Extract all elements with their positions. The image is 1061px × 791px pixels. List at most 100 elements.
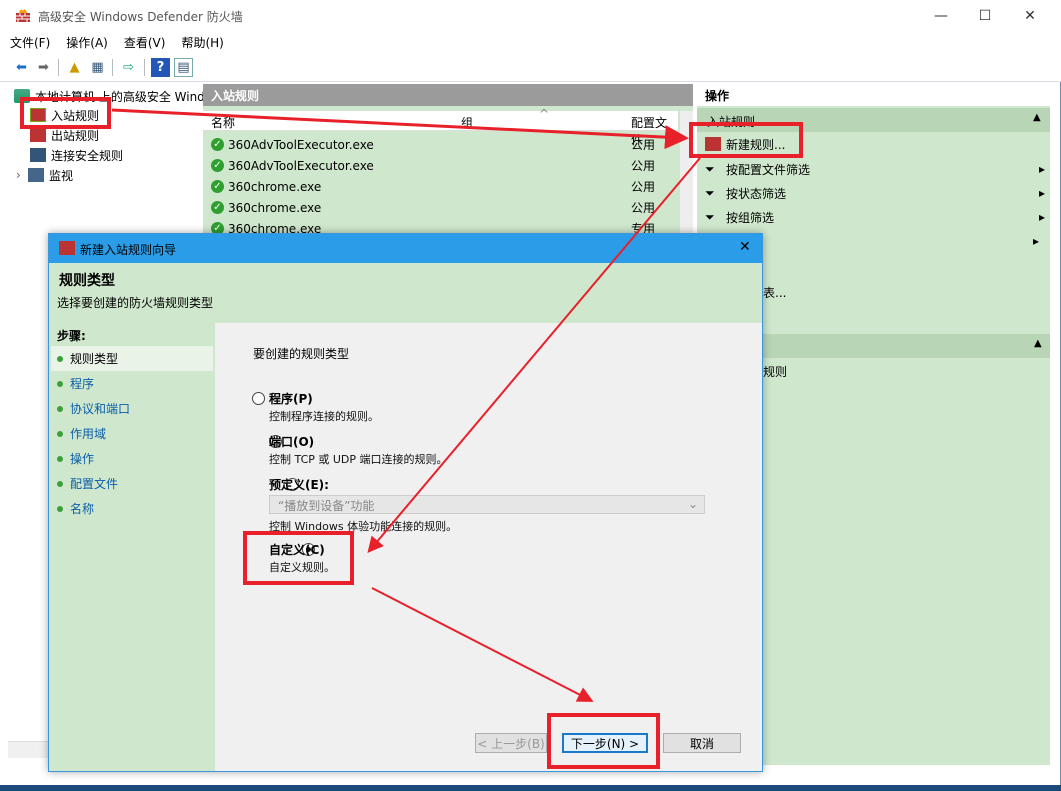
dialog-close-button[interactable]: ✕ bbox=[739, 239, 751, 255]
action-partial-rule[interactable]: 规则 bbox=[763, 363, 787, 380]
column-group[interactable]: 组 bbox=[461, 114, 473, 131]
rule-name: 360chrome.exe bbox=[228, 179, 322, 194]
step-protocol-ports: 协议和端口 bbox=[57, 396, 130, 421]
menu-help[interactable]: 帮助(H) bbox=[175, 34, 229, 51]
monitor-icon bbox=[28, 168, 44, 182]
step-name: 名称 bbox=[57, 496, 94, 521]
action-label: 按配置文件筛选 bbox=[726, 162, 811, 177]
table-row[interactable]: ✓ 360AdvToolExecutor.exe 公用 bbox=[203, 134, 673, 155]
firewall-icon bbox=[16, 9, 30, 22]
tree-item-connection-security[interactable]: 连接安全规则 bbox=[30, 145, 123, 165]
actions-second-section[interactable]: ▲ bbox=[763, 334, 1050, 358]
table-row[interactable]: ✓ 360chrome.exe 公用 bbox=[203, 197, 673, 218]
chevron-right-icon[interactable]: ▸ bbox=[1033, 234, 1039, 248]
option-program-label[interactable]: 程序(P) bbox=[269, 390, 313, 407]
filter-icon: ⏷ bbox=[705, 161, 715, 176]
dialog-title: 新建入站规则向导 bbox=[80, 243, 177, 257]
chevron-right-icon[interactable]: › bbox=[16, 168, 28, 182]
action-filter-state[interactable]: ⏷ 按状态筛选 ▸ bbox=[705, 181, 1045, 205]
window-title: 高级安全 Windows Defender 防火墙 bbox=[38, 10, 243, 24]
cancel-button[interactable]: 取消 bbox=[663, 733, 741, 753]
menu-view[interactable]: 查看(V) bbox=[118, 34, 172, 51]
maximize-button[interactable]: ☐ bbox=[962, 0, 1008, 31]
title-bar: 高级安全 Windows Defender 防火墙 — ☐ ✕ bbox=[0, 0, 1061, 31]
step-label: 操作 bbox=[70, 452, 95, 466]
chevron-right-icon: ▸ bbox=[1038, 210, 1045, 224]
tree-item-label: 监视 bbox=[49, 168, 74, 183]
up-folder-icon[interactable]: ▲ bbox=[65, 58, 84, 77]
wizard-steps: 步骤: 规则类型 程序 协议和端口 作用域 操作 配置文件 名称 bbox=[49, 323, 215, 771]
predefined-select: “播放到设备”功能 ⌄ bbox=[269, 495, 705, 514]
action-filter-group[interactable]: ⏷ 按组筛选 ▸ bbox=[705, 205, 1045, 229]
step-profile: 配置文件 bbox=[57, 471, 118, 496]
action-filter-profile[interactable]: ⏷ 按配置文件筛选 ▸ bbox=[705, 157, 1045, 181]
rule-type-question: 要创建的规则类型 bbox=[253, 347, 350, 361]
step-label: 程序 bbox=[70, 377, 95, 391]
column-name[interactable]: 名称 bbox=[211, 114, 235, 131]
option-predefined-label[interactable]: 预定义(E): bbox=[269, 476, 329, 493]
new-inbound-rule-wizard: 新建入站规则向导 ✕ 规则类型 选择要创建的防火墙规则类型 步骤: 规则类型 程… bbox=[48, 233, 763, 772]
chevron-down-icon: ⌄ bbox=[687, 497, 698, 511]
export-icon[interactable]: ⇨ bbox=[119, 58, 138, 77]
collapse-up-icon[interactable]: ▲ bbox=[1033, 112, 1041, 123]
dialog-header: 规则类型 选择要创建的防火墙规则类型 bbox=[49, 263, 762, 323]
connection-security-icon bbox=[30, 148, 46, 162]
steps-label: 步骤: bbox=[57, 329, 86, 343]
tree-item-monitor[interactable]: › 监视 bbox=[16, 165, 73, 185]
close-button[interactable]: ✕ bbox=[1007, 0, 1053, 31]
outbound-rules-icon bbox=[30, 128, 46, 142]
highlight-new-rule bbox=[689, 122, 803, 158]
rule-profile: 公用 bbox=[631, 159, 656, 173]
step-scope: 作用域 bbox=[57, 421, 106, 446]
rule-name: 360AdvToolExecutor.exe bbox=[228, 158, 374, 173]
rule-profile: 公用 bbox=[631, 201, 656, 215]
option-port-label[interactable]: 端口(O) bbox=[269, 433, 314, 450]
rule-profile: 公用 bbox=[631, 180, 656, 194]
dialog-heading: 规则类型 bbox=[59, 273, 115, 289]
highlight-custom-option bbox=[243, 531, 354, 585]
step-program: 程序 bbox=[57, 371, 94, 396]
show-action-pane-icon[interactable]: ▤ bbox=[174, 58, 193, 77]
enabled-check-icon: ✓ bbox=[211, 201, 224, 214]
action-partial-list[interactable]: 表... bbox=[763, 284, 786, 301]
enabled-check-icon: ✓ bbox=[211, 138, 224, 151]
step-label: 配置文件 bbox=[70, 477, 119, 491]
back-icon[interactable]: ⬅ bbox=[12, 58, 31, 77]
filter-icon: ⏷ bbox=[705, 209, 715, 224]
predefined-select-value: “播放到设备”功能 bbox=[278, 499, 375, 513]
forward-icon[interactable]: ➡ bbox=[34, 58, 53, 77]
step-label: 协议和端口 bbox=[70, 402, 131, 416]
step-label: 名称 bbox=[70, 502, 95, 516]
help-icon[interactable]: ? bbox=[151, 58, 170, 77]
table-row[interactable]: ✓ 360chrome.exe 公用 bbox=[203, 176, 673, 197]
rules-pane-header: 入站规则 bbox=[203, 84, 693, 106]
step-label: 作用域 bbox=[70, 427, 107, 441]
highlight-next-button bbox=[547, 713, 660, 769]
menu-file[interactable]: 文件(F) bbox=[4, 34, 56, 51]
menu-action[interactable]: 操作(A) bbox=[60, 34, 114, 51]
show-tree-icon[interactable]: ▦ bbox=[88, 58, 107, 77]
menu-bar: 文件(F) 操作(A) 查看(V) 帮助(H) bbox=[0, 31, 1061, 53]
toolbar: ⬅ ➡ ▲ ▦ ⇨ ? ▤ bbox=[0, 53, 1061, 82]
rules-column-header: 名称 ^ 组 配置文件 bbox=[203, 107, 678, 147]
filter-icon: ⏷ bbox=[705, 185, 715, 200]
rule-name: 360chrome.exe bbox=[228, 200, 322, 215]
step-label: 规则类型 bbox=[70, 352, 119, 366]
minimize-button[interactable]: — bbox=[918, 0, 964, 31]
firewall-icon bbox=[59, 241, 75, 255]
enabled-check-icon: ✓ bbox=[211, 180, 224, 193]
collapse-up-icon[interactable]: ▲ bbox=[1034, 338, 1042, 349]
step-rule-type: 规则类型 bbox=[51, 346, 213, 371]
chevron-right-icon: ▸ bbox=[1038, 162, 1045, 176]
actions-header: 操作 bbox=[697, 84, 1050, 106]
chevron-right-icon: ▸ bbox=[1038, 186, 1045, 200]
tree-item-label: 出站规则 bbox=[51, 128, 100, 143]
radio-program[interactable] bbox=[252, 392, 265, 405]
rule-name: 360AdvToolExecutor.exe bbox=[228, 137, 374, 152]
option-program-desc: 控制程序连接的规则。 bbox=[269, 410, 379, 423]
action-label: 按状态筛选 bbox=[726, 186, 787, 201]
rule-profile: 公用 bbox=[631, 138, 656, 152]
dialog-subheading: 选择要创建的防火墙规则类型 bbox=[57, 296, 214, 310]
back-button[interactable]: < 上一步(B) bbox=[475, 733, 547, 753]
table-row[interactable]: ✓ 360AdvToolExecutor.exe 公用 bbox=[203, 155, 673, 176]
